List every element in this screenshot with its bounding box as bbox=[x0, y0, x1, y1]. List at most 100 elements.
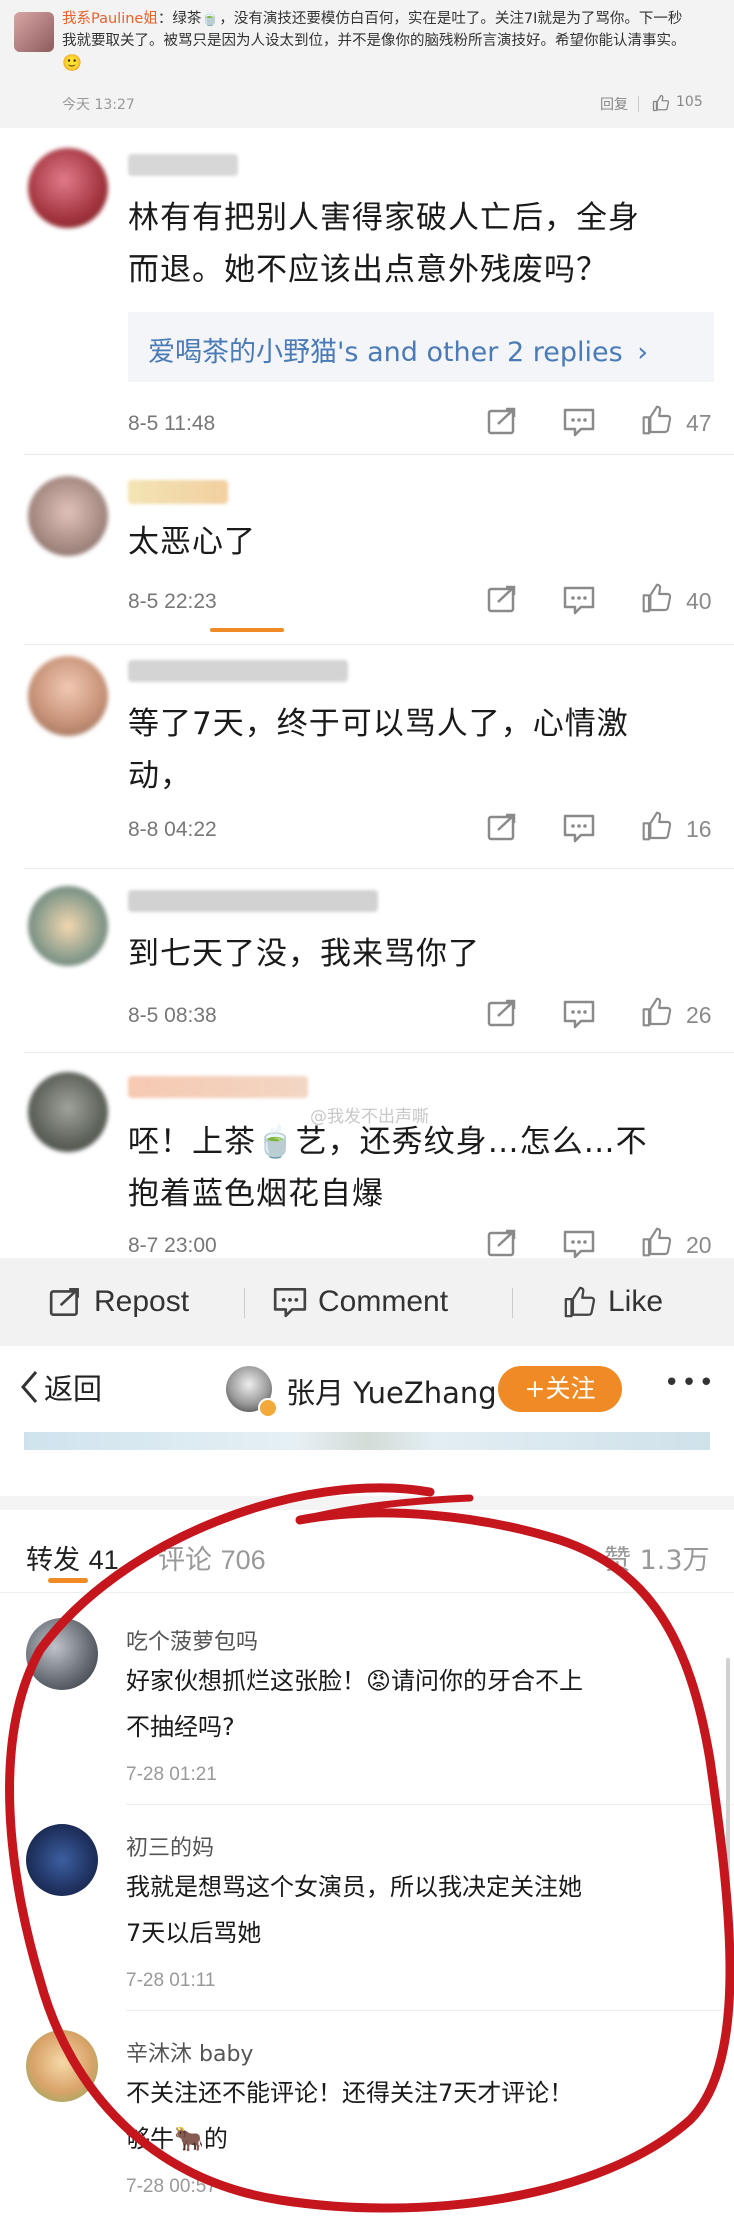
thumbs-up-icon[interactable] bbox=[640, 810, 674, 842]
comment-divider bbox=[24, 1052, 734, 1053]
share-icon[interactable] bbox=[486, 812, 520, 842]
like-count: 47 bbox=[686, 410, 712, 436]
like-count: 20 bbox=[686, 1232, 712, 1258]
top-post-like-count: 105 bbox=[676, 94, 703, 110]
comment-text: 到七天了没，我来骂你了 bbox=[128, 936, 480, 972]
repost-label: Repost bbox=[94, 1285, 190, 1318]
comment-text: 不关注还不能评论！还得关注7天才评论！ 够牛🐂的 bbox=[126, 2079, 574, 2153]
comment-bubble-icon[interactable] bbox=[562, 406, 596, 438]
comment-bubble-icon[interactable] bbox=[562, 584, 596, 616]
share-icon[interactable] bbox=[486, 1228, 520, 1258]
comment-bubble-icon bbox=[273, 1287, 307, 1318]
follow-button[interactable]: +关注 bbox=[498, 1366, 622, 1412]
comment-bubble-icon[interactable] bbox=[562, 1228, 596, 1260]
like-count: 26 bbox=[686, 1002, 712, 1028]
top-post-emoji: 🙂 bbox=[62, 53, 82, 72]
scrollbar[interactable] bbox=[726, 1658, 730, 1958]
comment-bubble-icon[interactable] bbox=[562, 998, 596, 1030]
comment-divider bbox=[24, 454, 734, 455]
comment-username[interactable]: 吃个菠萝包吗 bbox=[126, 1624, 258, 1656]
comment-username-blurred[interactable] bbox=[128, 154, 238, 176]
like-label: Like bbox=[608, 1285, 664, 1318]
thumbs-up-icon[interactable] bbox=[640, 1226, 674, 1258]
comment-bubble-icon[interactable] bbox=[562, 812, 596, 844]
profile-page: 转发 41 评论 706 赞 1.3万 吃个菠萝包吗 好家伙想抓烂这张脸！😡请问… bbox=[0, 1432, 734, 2232]
comment-time: 8-5 22:23 bbox=[128, 590, 217, 613]
comment-username-blurred[interactable] bbox=[128, 890, 378, 912]
tab-likes[interactable]: 赞 1.3万 bbox=[604, 1538, 710, 1577]
comment-time: 8-5 11:48 bbox=[128, 412, 216, 435]
top-post-time: 今天 13:27 bbox=[62, 97, 135, 113]
comment-username-blurred[interactable] bbox=[128, 660, 348, 682]
comment-time: 8-7 23:00 bbox=[128, 1234, 217, 1257]
thumbs-up-icon[interactable] bbox=[640, 404, 674, 436]
comment-label: Comment bbox=[318, 1285, 449, 1318]
thumbs-up-icon[interactable] bbox=[640, 582, 674, 614]
comments-panel: 林有有把别人害得家破人亡后，全身 而退。她不应该出点意外残废吗？ 爱喝茶的小野猫'… bbox=[0, 128, 734, 1260]
comment-avatar[interactable] bbox=[28, 148, 108, 228]
comment-avatar[interactable] bbox=[28, 656, 108, 736]
tabs-divider bbox=[0, 1592, 734, 1593]
comment-username[interactable]: 初三的妈 bbox=[126, 1830, 214, 1862]
top-post-author[interactable]: 我系Pauline姐 bbox=[62, 11, 158, 27]
comment-text: 林有有把别人害得家破人亡后，全身 而退。她不应该出点意外残废吗？ bbox=[128, 200, 640, 288]
comment-divider bbox=[126, 1804, 734, 1805]
share-icon[interactable] bbox=[486, 584, 520, 614]
comment-time: 8-8 04:22 bbox=[128, 818, 217, 841]
comment-text: 等了7天，终于可以骂人了，心情激 动， bbox=[128, 706, 629, 794]
comment-avatar[interactable] bbox=[26, 1618, 98, 1690]
comment-username[interactable]: 辛沐沐 baby bbox=[126, 2036, 253, 2068]
comment-avatar[interactable] bbox=[26, 2030, 98, 2102]
comment-avatar[interactable] bbox=[28, 1072, 108, 1152]
other-replies-link[interactable]: other 2 replies bbox=[426, 337, 622, 368]
action-divider bbox=[512, 1288, 513, 1318]
tab-repost[interactable]: 转发 41 bbox=[26, 1538, 119, 1577]
top-post-avatar[interactable] bbox=[14, 12, 54, 52]
comment-text: 呸！上茶🍵艺，还秀纹身…怎么…不 抱着蓝色烟花自爆 bbox=[128, 1124, 648, 1212]
reply-preview-text[interactable]: 爱喝茶的小野猫's and other 2 replies › bbox=[148, 330, 648, 369]
comment-avatar[interactable] bbox=[26, 1824, 98, 1896]
comment-button[interactable]: Comment bbox=[272, 1280, 448, 1324]
back-button[interactable]: 返回 bbox=[18, 1366, 102, 1408]
top-post-text: 我系Pauline姐：绿茶🍵，没有演技还要模仿白百何，实在是吐了。关注7I就是为… bbox=[62, 8, 726, 75]
top-post-text-line2: 我就要取关了。被骂只是因为人设太到位，并不是像你的脑残粉所言演技好。希望你能认清… bbox=[62, 33, 686, 49]
profile-name[interactable]: 张月 YueZhang bbox=[286, 1370, 497, 1412]
thumbs-up-icon[interactable] bbox=[640, 996, 674, 1028]
chevron-right-icon: › bbox=[637, 337, 649, 368]
like-count: 40 bbox=[686, 588, 712, 614]
comment-avatar[interactable] bbox=[28, 476, 108, 556]
scroll-indicator bbox=[210, 628, 284, 632]
share-icon[interactable] bbox=[486, 998, 520, 1028]
nav-bar: 返回 张月 YueZhang +关注 ••• bbox=[0, 1346, 734, 1432]
comment-username-blurred[interactable] bbox=[128, 1076, 308, 1098]
comment-time: 8-5 08:38 bbox=[128, 1004, 217, 1027]
comment-time: 7-28 01:11 bbox=[126, 1970, 216, 1991]
tab-comments[interactable]: 评论 706 bbox=[158, 1538, 266, 1577]
like-button[interactable]: Like bbox=[562, 1280, 663, 1324]
reply-preview-box[interactable]: 爱喝茶的小野猫's and other 2 replies › bbox=[128, 312, 714, 382]
banner-image bbox=[24, 1432, 710, 1450]
reply-user-link[interactable]: 爱喝茶的小野猫 bbox=[148, 337, 337, 368]
thumbs-up-icon[interactable] bbox=[652, 94, 670, 112]
thumbs-up-icon bbox=[564, 1286, 596, 1318]
top-post-divider bbox=[638, 96, 639, 112]
share-icon bbox=[49, 1287, 79, 1317]
like-count: 16 bbox=[686, 816, 712, 842]
comment-text: 我就是想骂这个女演员，所以我决定关注她 7天以后骂她 bbox=[126, 1873, 582, 1947]
top-post-text-line1: ：绿茶🍵，没有演技还要模仿白百何，实在是吐了。关注7I就是为了骂你。下一秒 bbox=[157, 11, 683, 27]
section-gap bbox=[0, 1496, 734, 1510]
comment-time: 7-28 00:57 bbox=[126, 2176, 217, 2197]
back-label: 返回 bbox=[44, 1372, 103, 1406]
repost-button[interactable]: Repost bbox=[48, 1280, 189, 1324]
comment-text: 好家伙想抓烂这张脸！😡请问你的牙合不上 不抽经吗? bbox=[126, 1667, 584, 1741]
more-options-button[interactable]: ••• bbox=[664, 1368, 716, 1398]
comment-avatar[interactable] bbox=[28, 886, 108, 966]
comment-divider bbox=[24, 644, 734, 645]
top-post-reply-button[interactable]: 回复 bbox=[600, 94, 628, 114]
comment-divider bbox=[24, 868, 734, 869]
comment-username-blurred[interactable] bbox=[128, 480, 228, 504]
share-icon[interactable] bbox=[486, 406, 520, 436]
action-bar: Repost Comment Like bbox=[0, 1258, 734, 1346]
comment-text: 太恶心了 bbox=[128, 524, 256, 560]
tab-active-indicator bbox=[48, 1578, 88, 1583]
